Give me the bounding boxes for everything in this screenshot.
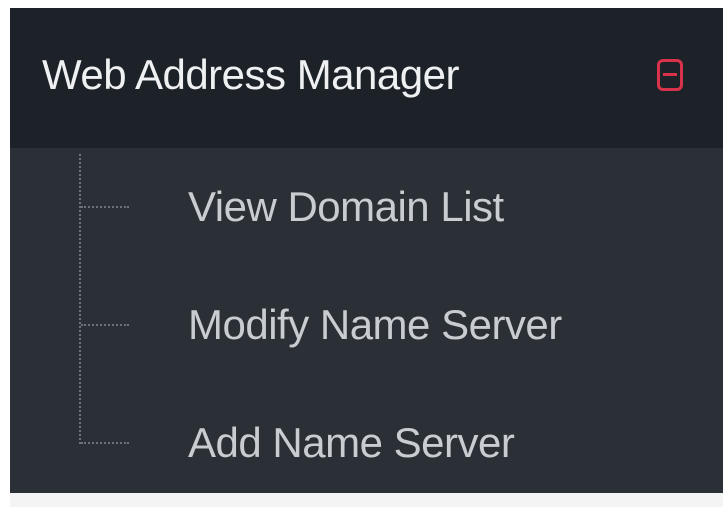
tree-branch-connector: [81, 442, 129, 444]
screenshot-frame: Web Address Manager View Domain List Mod…: [0, 0, 723, 507]
tree-branch-connector: [81, 324, 129, 326]
sidebar-menu-panel: Web Address Manager View Domain List Mod…: [10, 8, 723, 493]
menu-group-title: Web Address Manager: [42, 51, 459, 98]
tree-connector-line: [79, 154, 81, 444]
tree-branch-connector: [81, 206, 129, 208]
menu-group-header[interactable]: Web Address Manager: [10, 8, 723, 148]
menu-item-add-name-server[interactable]: Add Name Server: [188, 416, 515, 470]
collapse-minus-icon[interactable]: [657, 59, 683, 91]
bottom-divider: [10, 493, 723, 507]
menu-item-view-domain-list[interactable]: View Domain List: [188, 180, 504, 234]
menu-item-modify-name-server[interactable]: Modify Name Server: [188, 298, 562, 352]
